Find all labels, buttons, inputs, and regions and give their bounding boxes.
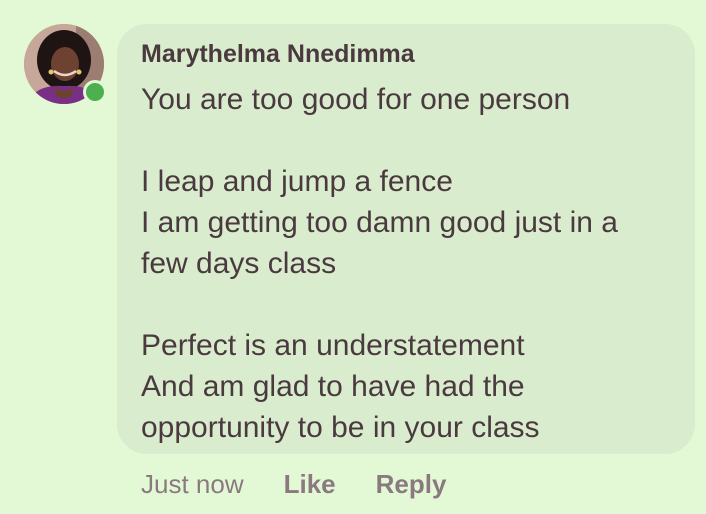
message-line: I leap and jump a fence xyxy=(141,165,453,198)
comment-timestamp: Just now xyxy=(141,468,244,499)
message-line: And am glad to have had the xyxy=(141,370,525,403)
reply-button[interactable]: Reply xyxy=(376,469,447,500)
message-line: Perfect is an understatement xyxy=(141,329,525,362)
comment-author-name[interactable]: Marythelma Nnedimma xyxy=(141,39,675,69)
online-status-icon xyxy=(83,80,107,104)
comment-bubble: Marythelma Nnedimma You are too good for… xyxy=(117,24,695,454)
message-line: You are too good for one person xyxy=(141,83,571,116)
message-line: I am getting too damn good just in a xyxy=(141,206,618,239)
message-line: opportunity to be in your class xyxy=(141,411,540,444)
like-button[interactable]: Like xyxy=(284,469,336,500)
message-line: few days class xyxy=(141,247,337,280)
comment-message: You are too good for one person I leap a… xyxy=(141,79,675,448)
comment-actions: Just now Like Reply xyxy=(141,466,446,502)
